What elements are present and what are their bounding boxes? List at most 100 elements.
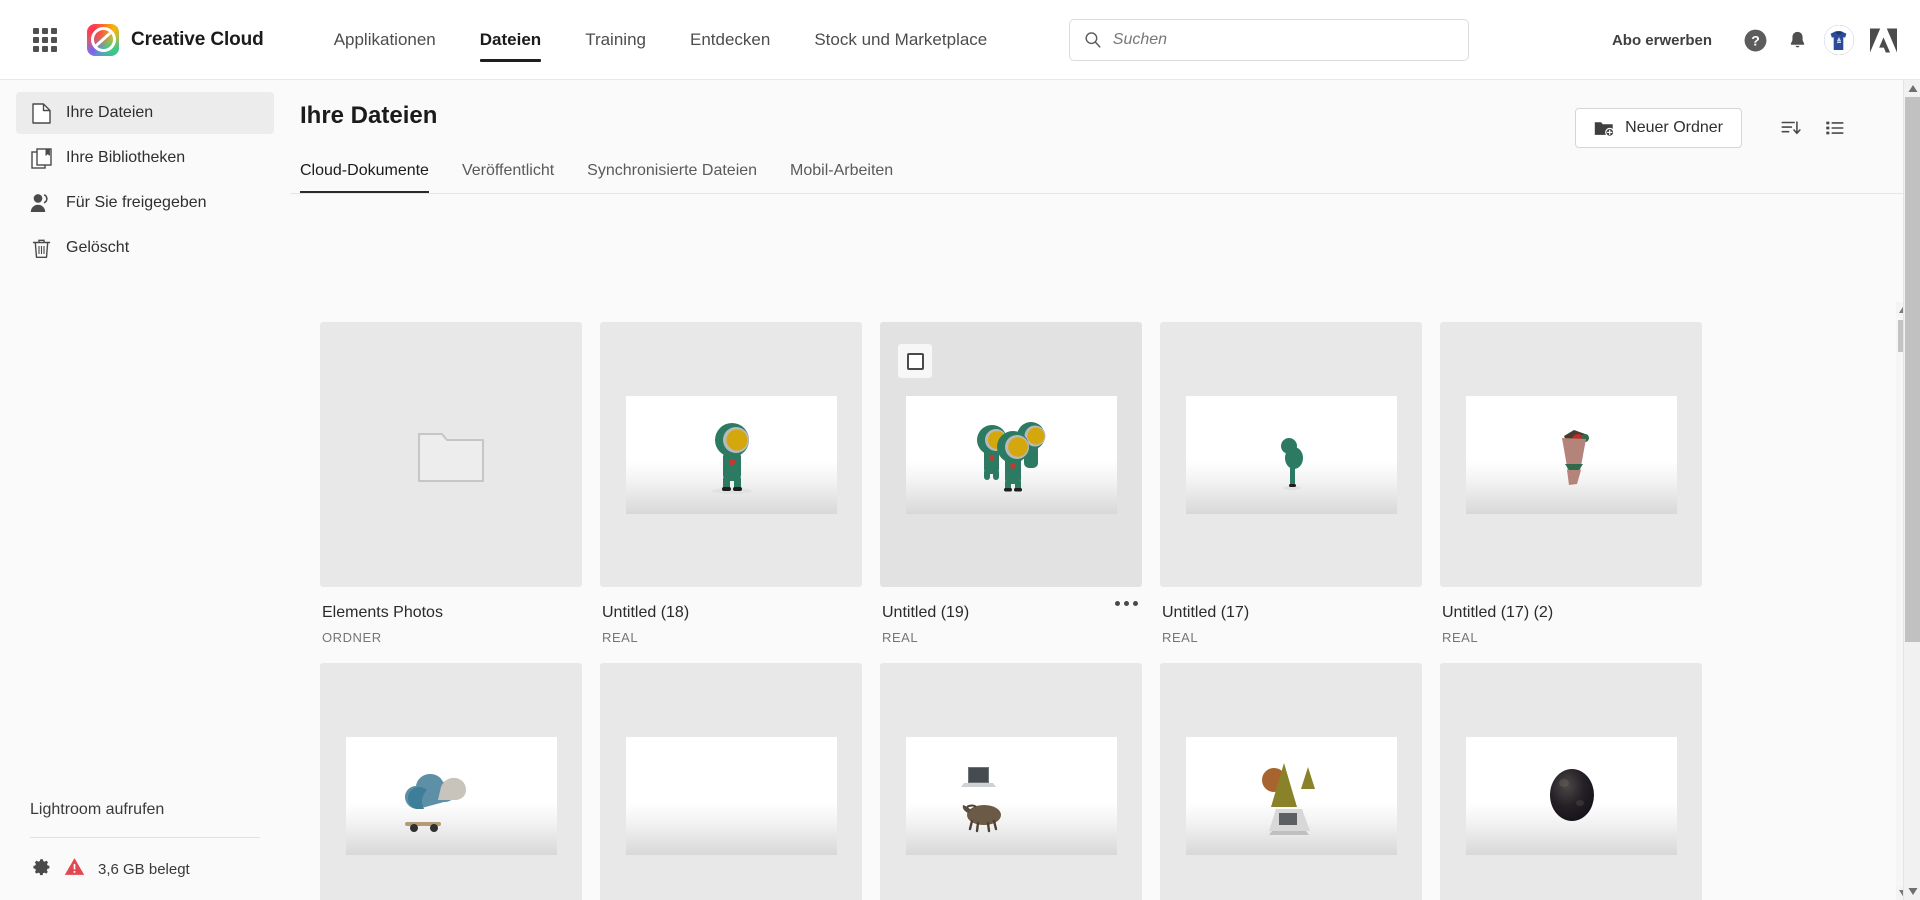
file-thumbnail [1160, 663, 1422, 900]
folder-icon [418, 432, 484, 482]
sidebar-item-fuer-sie-freigegeben[interactable]: Für Sie freigegeben [16, 182, 274, 224]
help-circle-icon[interactable]: ? [1734, 19, 1776, 61]
folder-add-icon [1594, 121, 1615, 137]
trash-icon [30, 238, 52, 259]
nav-entdecken[interactable]: Entdecken [668, 0, 792, 80]
bell-icon[interactable] [1776, 19, 1818, 61]
file-card[interactable]: Untitled (18) REAL [600, 322, 862, 645]
browser-scrollbar[interactable] [1903, 80, 1920, 900]
file-thumbnail [320, 322, 582, 587]
file-kind: REAL [882, 630, 919, 645]
brand-name: Creative Cloud [131, 28, 264, 50]
search-input[interactable] [1112, 30, 1455, 49]
adobe-logo-icon[interactable] [1860, 17, 1906, 63]
file-preview-image [345, 736, 557, 855]
browser-scroll-down-arrow-icon[interactable] [1904, 883, 1920, 900]
nav-training[interactable]: Training [563, 0, 668, 80]
file-thumbnail [1160, 322, 1422, 587]
file-preview-image [1465, 395, 1677, 514]
gear-icon[interactable] [30, 856, 51, 882]
nav-stock-marketplace[interactable]: Stock und Marketplace [792, 0, 1009, 80]
file-icon [30, 102, 52, 124]
file-thumbnail [880, 322, 1142, 587]
sidebar-item-ihre-dateien[interactable]: Ihre Dateien [16, 92, 274, 134]
search-container [1069, 18, 1470, 61]
sort-descending-icon[interactable] [1768, 108, 1812, 148]
tab-cloud-dokumente[interactable]: Cloud-Dokumente [300, 162, 446, 193]
file-card[interactable]: Untitled (17) REAL [1160, 322, 1422, 645]
file-thumbnail [880, 663, 1142, 900]
file-meta: Untitled (18) REAL [600, 587, 862, 645]
sidebar-item-geloescht[interactable]: Gelöscht [16, 227, 274, 269]
nav-dateien[interactable]: Dateien [458, 0, 563, 80]
tab-mobil-arbeiten[interactable]: Mobil-Arbeiten [790, 162, 910, 193]
browser-scroll-up-arrow-icon[interactable] [1904, 80, 1920, 97]
tabs-divider [290, 193, 1920, 194]
file-card[interactable] [320, 663, 582, 900]
file-thumbnail [600, 663, 862, 900]
file-name: Untitled (18) [602, 604, 690, 621]
file-more-options-icon[interactable] [1115, 601, 1138, 606]
sidebar-label: Ihre Dateien [66, 104, 154, 121]
avatar[interactable] [1818, 19, 1860, 61]
app-grid-icon[interactable] [30, 25, 60, 55]
files-content: Ihre Dateien Neuer Ordner Cloud-Dokument… [290, 80, 1920, 900]
file-preview-image [905, 395, 1117, 514]
new-folder-button[interactable]: Neuer Ordner [1575, 108, 1742, 148]
sidebar-label: Ihre Bibliotheken [66, 149, 186, 166]
search-box[interactable] [1069, 18, 1470, 61]
library-icon [30, 147, 52, 169]
file-name: Untitled (17) (2) [1442, 604, 1554, 621]
file-kind: REAL [1162, 630, 1199, 645]
file-thumbnail [600, 322, 862, 587]
file-kind: REAL [602, 630, 639, 645]
tab-synchronisierte-dateien[interactable]: Synchronisierte Dateien [587, 162, 774, 193]
new-folder-label: Neuer Ordner [1625, 119, 1723, 136]
file-name: Untitled (17) [1162, 604, 1250, 621]
file-thumbnail [1440, 322, 1702, 587]
sidebar-footer: Lightroom aufrufen 3,6 GB belegt [16, 801, 274, 900]
file-card[interactable] [600, 663, 862, 900]
content-header-actions: Neuer Ordner [1575, 108, 1856, 148]
tab-veroeffentlicht[interactable]: Veröffentlicht [462, 162, 571, 193]
file-thumbnail [1440, 663, 1702, 900]
file-select-checkbox[interactable] [898, 344, 932, 378]
file-name: Untitled (19) [882, 604, 970, 621]
primary-nav: Applikationen Dateien Training Entdecken… [312, 0, 1010, 80]
sidebar-item-ihre-bibliotheken[interactable]: Ihre Bibliotheken [16, 137, 274, 179]
file-meta: Untitled (17) (2) REAL [1440, 587, 1702, 645]
svg-text:?: ? [1751, 32, 1760, 48]
file-card[interactable]: Untitled (19) REAL [880, 322, 1142, 645]
shared-user-icon [30, 193, 52, 213]
file-grid-scroll-area: Elements Photos ORDNER Untitled (18) REA… [290, 302, 1894, 900]
browser-scrollbar-thumb[interactable] [1905, 97, 1920, 642]
sidebar-divider [30, 837, 260, 838]
content-header: Ihre Dateien Neuer Ordner Cloud-Dokument… [290, 80, 1920, 194]
file-card[interactable]: Untitled (17) (2) REAL [1440, 322, 1702, 645]
file-grid: Elements Photos ORDNER Untitled (18) REA… [290, 302, 1894, 900]
list-view-icon[interactable] [1812, 108, 1856, 148]
warning-triangle-icon [64, 857, 85, 881]
file-preview-image [1185, 736, 1397, 855]
checkbox-icon [906, 352, 924, 370]
file-meta: Untitled (17) REAL [1160, 587, 1422, 645]
sidebar-label: Für Sie freigegeben [66, 194, 207, 211]
file-meta: Untitled (19) REAL [880, 587, 1142, 645]
file-preview-image [625, 395, 837, 514]
file-card[interactable]: Elements Photos ORDNER [320, 322, 582, 645]
file-card[interactable] [1160, 663, 1422, 900]
file-name: Elements Photos [322, 604, 443, 621]
brand-logo[interactable]: Creative Cloud [87, 23, 264, 56]
file-preview-image [625, 736, 837, 855]
buy-subscription-link[interactable]: Abo erwerben [1612, 32, 1712, 49]
file-kind: REAL [1442, 630, 1479, 645]
app-header: Creative Cloud Applikationen Dateien Tra… [0, 0, 1920, 80]
nav-applikationen[interactable]: Applikationen [312, 0, 458, 80]
file-card[interactable] [880, 663, 1142, 900]
storage-status: 3,6 GB belegt [30, 856, 260, 882]
lightroom-link[interactable]: Lightroom aufrufen [30, 801, 260, 819]
file-meta: Elements Photos ORDNER [320, 587, 582, 645]
file-card[interactable] [1440, 663, 1702, 900]
creative-cloud-logo-icon [87, 23, 119, 56]
storage-text: 3,6 GB belegt [98, 860, 190, 878]
